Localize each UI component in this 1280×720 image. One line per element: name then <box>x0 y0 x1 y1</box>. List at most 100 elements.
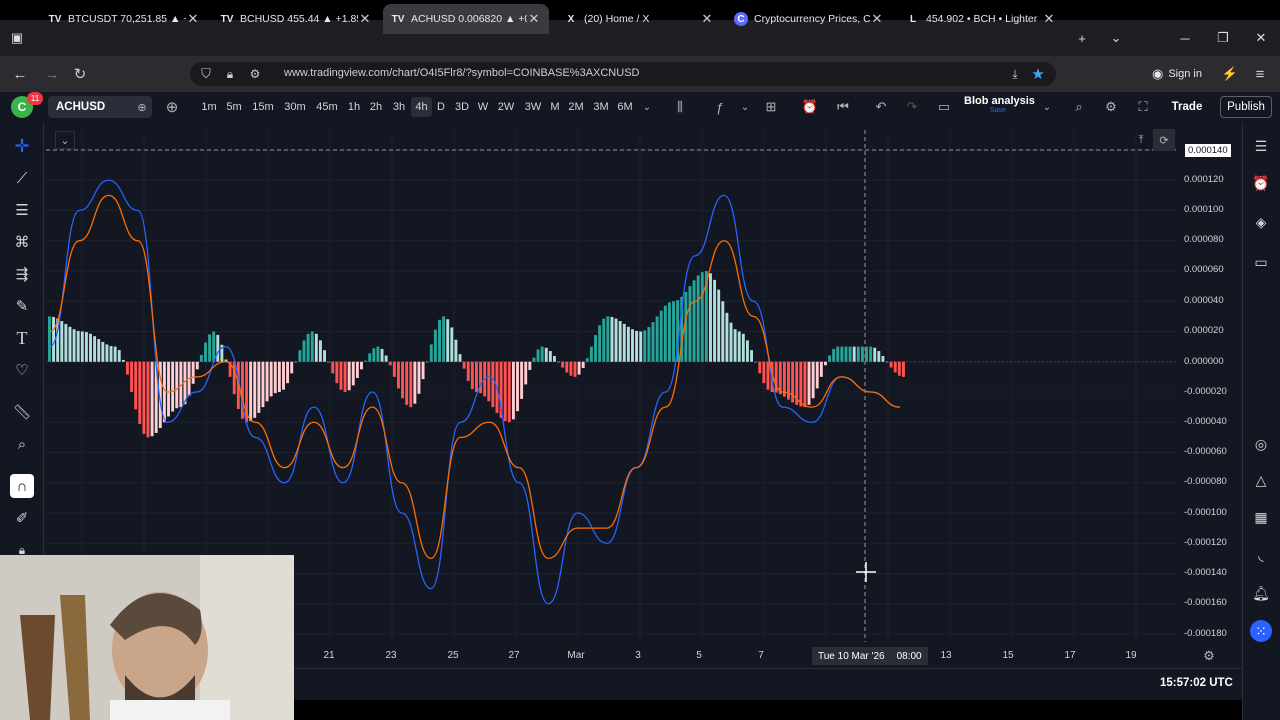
histogram-bar <box>298 350 302 362</box>
histogram-bar <box>659 310 663 362</box>
fib-retracement-icon[interactable]: ☰ <box>10 198 34 222</box>
histogram-bar <box>89 333 92 362</box>
histogram-bar <box>589 346 593 362</box>
crosshair-date: Tue 10 Mar '26 <box>818 650 885 662</box>
scroll-up-icon[interactable]: ⤒ <box>1130 129 1152 151</box>
histogram-bar <box>569 361 573 376</box>
histogram-bar <box>614 318 618 362</box>
watchlist-icon[interactable]: ☰ <box>1250 135 1272 157</box>
histogram-bar <box>667 302 671 362</box>
histogram-bar <box>60 321 64 362</box>
collapse-pane-icon[interactable]: ⌄ <box>55 131 75 149</box>
crosshair-cursor-icon[interactable]: ✛ <box>10 134 34 158</box>
histogram-bar <box>216 334 220 362</box>
apps-grid-icon[interactable]: ⁙ <box>1250 620 1272 642</box>
histogram-bar <box>121 359 125 362</box>
histogram-bar <box>516 361 519 412</box>
histogram-bar <box>101 341 105 362</box>
heart-icon[interactable]: ♡ <box>10 358 34 382</box>
histogram-bar <box>487 361 491 402</box>
histogram-bar <box>594 335 597 362</box>
histogram-bar <box>392 361 396 377</box>
ruler-icon[interactable]: 📏︎ <box>10 400 34 424</box>
histogram-bar <box>409 361 413 408</box>
histogram-bar <box>318 340 322 362</box>
histogram-bar <box>778 361 782 395</box>
histogram-bar <box>76 330 80 362</box>
histogram-bar <box>339 361 343 390</box>
histogram-bar <box>327 361 331 363</box>
histogram-bar <box>175 361 179 409</box>
brush-icon[interactable]: ✎ <box>10 294 34 318</box>
histogram-bar <box>713 279 717 362</box>
histogram-bar <box>721 301 725 362</box>
histogram-bar <box>832 348 836 362</box>
histogram-bar <box>618 321 622 362</box>
histogram-bar <box>745 340 749 362</box>
histogram-bar <box>52 316 56 362</box>
histogram-bar <box>277 361 281 392</box>
histogram-bar <box>869 346 873 362</box>
histogram-bar <box>651 322 655 362</box>
histogram-bar <box>688 286 692 362</box>
utc-clock[interactable]: 15:57:02 UTC <box>1160 677 1233 689</box>
histogram-bar <box>639 331 643 362</box>
histogram-bar <box>520 361 524 399</box>
histogram-bar <box>626 326 630 362</box>
target-icon[interactable]: ◎ <box>1250 433 1272 455</box>
histogram-bar <box>384 355 388 362</box>
histogram-bar <box>750 350 753 362</box>
crosshair-date-label: Tue 10 Mar '26 08:00 <box>812 647 928 665</box>
text-icon[interactable]: T <box>10 326 34 350</box>
prediction-icon[interactable]: ⇶ <box>10 262 34 286</box>
histogram-bar <box>828 355 832 362</box>
histogram-bar <box>208 334 212 362</box>
chat-icon[interactable]: ▭ <box>1250 251 1272 273</box>
magnet-icon[interactable]: ∩ <box>10 474 34 498</box>
pattern-icon[interactable]: ⌘ <box>10 230 34 254</box>
histogram-bar <box>606 316 610 362</box>
zoom-in-icon[interactable]: ⌕ <box>10 432 34 456</box>
histogram-bar <box>368 353 372 362</box>
lock-drawings-icon[interactable]: ✐ <box>10 506 34 530</box>
mouse-cursor-icon <box>856 562 876 582</box>
histogram-bar <box>191 361 195 384</box>
auto-scale-icon[interactable]: ⟳ <box>1153 129 1175 151</box>
histogram-bar <box>134 361 138 410</box>
alerts-clock-icon[interactable]: ⏰ <box>1250 172 1272 194</box>
x-axis-tick-label: 27 <box>508 650 520 661</box>
histogram-bar <box>729 322 733 362</box>
histogram-bar <box>581 361 585 369</box>
x-axis-tick-label: 7 <box>758 650 764 661</box>
x-axis-tick-label: 3 <box>635 650 641 661</box>
histogram-bar <box>142 361 146 434</box>
histogram-bar <box>573 361 577 377</box>
histogram-bar <box>491 361 495 408</box>
histogram-bar <box>553 355 556 362</box>
histogram-bar <box>126 361 129 375</box>
histogram-bar <box>130 361 134 392</box>
histogram-bar <box>462 361 466 369</box>
histogram-bar <box>803 361 807 408</box>
notification-bell-icon[interactable]: 🔔︎ <box>1250 582 1272 604</box>
histogram-bar <box>257 361 261 413</box>
histogram-bar <box>105 344 109 362</box>
histogram-bar <box>150 361 154 437</box>
histogram-bar <box>561 361 565 368</box>
axis-settings-icon[interactable]: ⚙ <box>1198 645 1220 667</box>
stream-icon[interactable]: ◟ <box>1250 544 1272 566</box>
object-tree-icon[interactable]: ◈ <box>1250 211 1272 233</box>
histogram-bar <box>758 361 762 374</box>
histogram-bar <box>507 361 511 423</box>
histogram-bar <box>458 354 462 362</box>
histogram-bar <box>212 331 216 362</box>
histogram-bar <box>836 346 840 362</box>
histogram-bar <box>610 316 614 362</box>
x-axis-tick-label: 15 <box>1002 650 1014 661</box>
trendline-icon[interactable]: ⟋ <box>10 166 34 190</box>
histogram-bar <box>823 361 827 366</box>
histogram-bar <box>503 361 507 422</box>
histogram-bar <box>577 361 581 375</box>
calendar-icon[interactable]: ▦ <box>1250 506 1272 528</box>
ideas-icon[interactable]: △ <box>1250 469 1272 491</box>
